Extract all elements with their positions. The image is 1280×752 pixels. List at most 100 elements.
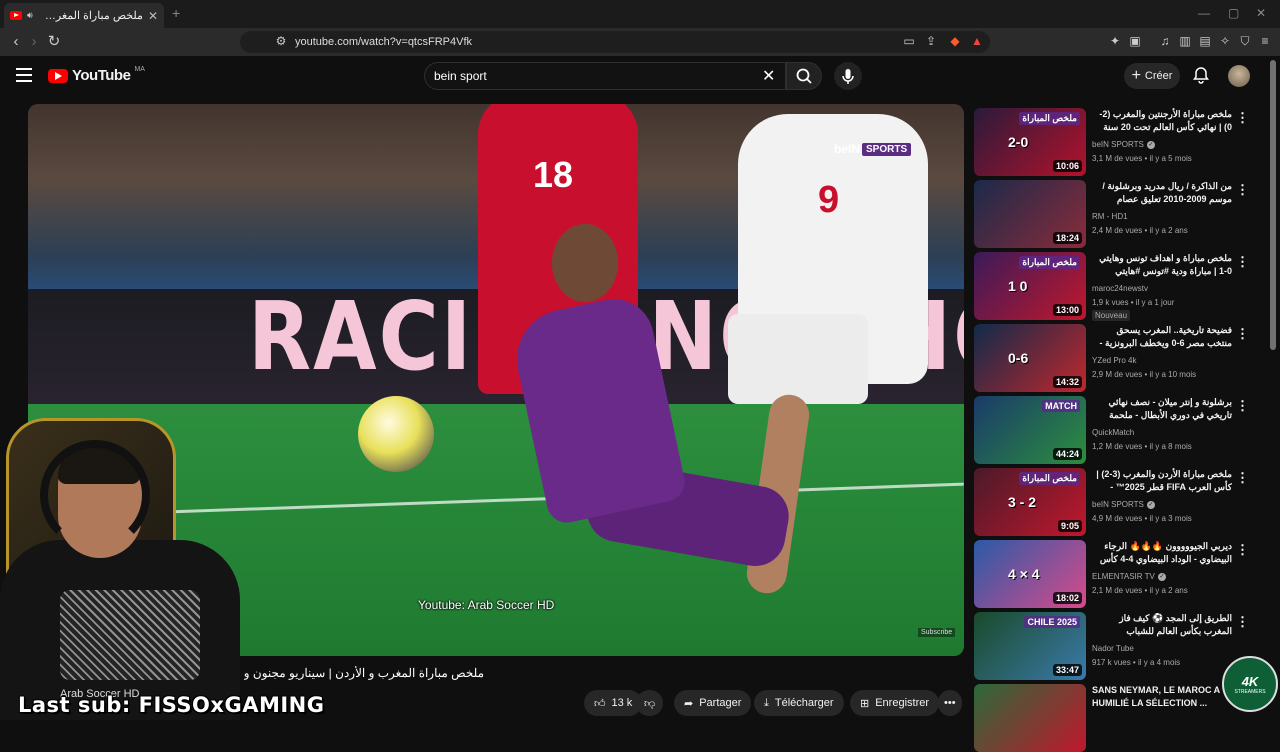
url-text[interactable]: youtube.com/watch?v=qtcsFRP4Vfk	[295, 36, 472, 48]
recommendation-item[interactable]: CHILE 2025 33:47 الطريق إلى المجد ⚽ كيف فا…	[974, 608, 1264, 680]
search-query[interactable]: bein sport	[434, 69, 487, 83]
new-tab-button[interactable]: +	[172, 5, 180, 21]
recommendation-title[interactable]: فضيحة تاريخية.. المغرب يسحق منتخب مصر 6-…	[1092, 324, 1232, 350]
more-options-icon[interactable]: ⋮	[1236, 398, 1249, 414]
search-button[interactable]	[786, 62, 822, 90]
music-icon[interactable]: ♫	[1158, 34, 1172, 48]
reload-icon[interactable]: ↻	[44, 32, 64, 52]
hamburger-menu-icon[interactable]	[16, 68, 32, 82]
more-options-icon[interactable]: ⋮	[1236, 542, 1249, 558]
recommendation-item[interactable]: ملخص المباراة 3 - 2 9:05 ملخص مباراة الأردن…	[974, 464, 1264, 536]
recommendation-channel[interactable]: QuickMatch	[1092, 428, 1134, 437]
thumbnail-score: 4 × 4	[1008, 566, 1040, 582]
recommendation-channel[interactable]: maroc24newstv	[1092, 284, 1148, 293]
share-button[interactable]: ➦ Partager	[674, 690, 752, 716]
speaker-icon[interactable]: 🔊︎	[27, 10, 33, 21]
headset-icon	[40, 440, 150, 550]
vpn-icon[interactable]: ⛉	[1238, 34, 1252, 48]
recommendation-title[interactable]: ملخص مباراة الأردن والمغرب (3-2) | كأس ا…	[1092, 468, 1232, 494]
streamer-shirt-print	[60, 590, 200, 680]
save-button[interactable]: ⊞ Enregistrer	[850, 690, 940, 716]
recommendation-title[interactable]: من الذاكرة / ريال مدريد وبرشلونة / موسم …	[1092, 180, 1232, 206]
more-options-icon[interactable]: ⋮	[1236, 110, 1249, 126]
recommendation-channel[interactable]: ELMENTASIR TV ✓	[1092, 572, 1166, 581]
recommendation-title[interactable]: SANS NEYMAR, LE MAROC A HUMILIÉ LA SÉLEC…	[1092, 684, 1232, 710]
notifications-bell-icon[interactable]	[1192, 66, 1210, 84]
close-window-icon[interactable]: ✕	[1256, 6, 1266, 20]
account-avatar[interactable]	[1228, 65, 1250, 87]
forward-icon[interactable]: ›	[24, 32, 44, 52]
clear-search-icon[interactable]: ✕	[762, 66, 775, 86]
video-thumbnail[interactable]: ملخص المباراة 1 0 13:00	[974, 252, 1086, 320]
like-button[interactable]: 👍︎ 13 k	[584, 690, 643, 716]
country-code: MA	[134, 66, 145, 73]
more-options-icon[interactable]: ⋮	[1236, 470, 1249, 486]
more-options-icon[interactable]: ⋮	[1236, 614, 1249, 630]
sidebar-toggle-icon[interactable]: ▥	[1178, 34, 1192, 48]
scrollbar[interactable]	[1270, 60, 1276, 350]
share-page-icon[interactable]: ⇪	[924, 34, 938, 48]
minimize-icon[interactable]: —	[1198, 6, 1210, 20]
recommendation-title[interactable]: ملخص مباراة و اهداف تونس وهايتي 0-1 | مب…	[1092, 252, 1232, 278]
recommendation-channel-name: maroc24newstv	[1092, 284, 1149, 293]
subscribe-watermark-button[interactable]: Subscribe	[918, 628, 956, 637]
recommendation-channel[interactable]: Nador Tube	[1092, 644, 1134, 653]
video-thumbnail[interactable]: MATCH 44:24	[974, 396, 1086, 464]
close-tab-icon[interactable]: ✕	[148, 9, 158, 23]
video-thumbnail[interactable]: CHILE 2025 33:47	[974, 612, 1086, 680]
download-button[interactable]: ⤓ Télécharger	[754, 690, 844, 716]
brave-rewards-icon[interactable]: ▲	[970, 34, 984, 48]
extensions-icon[interactable]: ✦	[1108, 34, 1122, 48]
recommendation-item[interactable]: 18:24 من الذاكرة / ريال مدريد وبرشلونة / …	[974, 176, 1264, 248]
site-info-icon[interactable]: ⚙	[274, 34, 288, 48]
more-options-icon[interactable]: ⋮	[1236, 182, 1249, 198]
ai-icon[interactable]: ✧	[1218, 34, 1232, 48]
recommendation-meta: 3,1 M de vues • il y a 5 mois	[1092, 154, 1192, 163]
brave-shield-icon[interactable]: ◆	[948, 34, 962, 48]
recommendation-item[interactable]: 0-6 14:32 فضيحة تاريخية.. المغرب يسحق منتخ…	[974, 320, 1264, 392]
voice-search-button[interactable]	[834, 62, 862, 90]
download-icon: ⤓	[764, 696, 769, 709]
share-label: Partager	[699, 697, 742, 709]
goalkeeper-head	[552, 224, 618, 302]
recommendation-title[interactable]: ملخص مباراة الأرجنتين والمغرب (2-0) | نه…	[1092, 108, 1232, 134]
video-thumbnail[interactable]: 4 × 4 18:02	[974, 540, 1086, 608]
recommendation-channel-name: QuickMatch	[1092, 428, 1135, 437]
video-thumbnail[interactable]: ملخص المباراة 2-0 10:06	[974, 108, 1086, 176]
recommendation-item[interactable]: SANS NEYMAR, LE MAROC A HUMILIÉ LA SÉLEC…	[974, 680, 1264, 752]
create-button[interactable]: + Créer	[1124, 63, 1180, 89]
recommendation-title[interactable]: الطريق إلى المجد ⚽ كيف فاز المغرب بكأس ا…	[1092, 612, 1232, 638]
browser-tab-active[interactable]: 🔊︎ ملخص مباراة المغرب و الأردن | ✕	[4, 3, 164, 28]
youtube-favicon-icon	[10, 11, 22, 20]
maximize-icon[interactable]: ▢	[1228, 6, 1239, 20]
verified-check-icon: ✓	[1157, 572, 1166, 581]
recommendation-item[interactable]: 4 × 4 18:02 ديربي الجيووووون 🔥🔥🔥 الرجاء ال…	[974, 536, 1264, 608]
wallet-icon[interactable]: ▣	[1128, 34, 1142, 48]
dislike-button[interactable]: 👎︎	[636, 690, 664, 716]
youtube-play-icon	[48, 68, 68, 83]
youtube-logo[interactable]: YouTube MA	[48, 66, 145, 84]
thumbnail-label: ملخص المباراة	[1019, 112, 1080, 125]
recommendation-channel[interactable]: YZed Pro 4k	[1092, 356, 1136, 365]
recommendation-title[interactable]: ديربي الجيووووون 🔥🔥🔥 الرجاء البيضاوي - ا…	[1092, 540, 1232, 566]
tabs-icon[interactable]: ▤	[1198, 34, 1212, 48]
recommendation-item[interactable]: ملخص المباراة 2-0 10:06 ملخص مباراة الأرجنت…	[974, 104, 1264, 176]
more-actions-button[interactable]: •••	[938, 690, 962, 716]
cast-icon[interactable]: ▭	[902, 34, 916, 48]
video-thumbnail[interactable]: ملخص المباراة 3 - 2 9:05	[974, 468, 1086, 536]
recommendation-title[interactable]: برشلونة و إنتر ميلان - نصف نهائي تاريخي …	[1092, 396, 1232, 422]
more-options-icon[interactable]: ⋮	[1236, 254, 1249, 270]
back-icon[interactable]: ‹	[6, 32, 26, 52]
recommendation-item[interactable]: MATCH 44:24 برشلونة و إنتر ميلان - نصف نها…	[974, 392, 1264, 464]
video-thumbnail[interactable]	[974, 684, 1086, 752]
recommendation-channel[interactable]: beIN SPORTS ✓	[1092, 140, 1155, 149]
recommendation-meta: 2,1 M de vues • il y a 2 ans	[1092, 586, 1188, 595]
recommendation-channel[interactable]: RM - HD1	[1092, 212, 1128, 221]
video-thumbnail[interactable]: 0-6 14:32	[974, 324, 1086, 392]
recommendation-item[interactable]: ملخص المباراة 1 0 13:00 ملخص مباراة و اهداف…	[974, 248, 1264, 321]
recommendation-channel[interactable]: beIN SPORTS ✓	[1092, 500, 1155, 509]
more-options-icon[interactable]: ⋮	[1236, 326, 1249, 342]
video-watermark: Youtube: Arab Soccer HD	[418, 598, 555, 612]
video-thumbnail[interactable]: 18:24	[974, 180, 1086, 248]
menu-icon[interactable]: ≡	[1258, 34, 1272, 48]
